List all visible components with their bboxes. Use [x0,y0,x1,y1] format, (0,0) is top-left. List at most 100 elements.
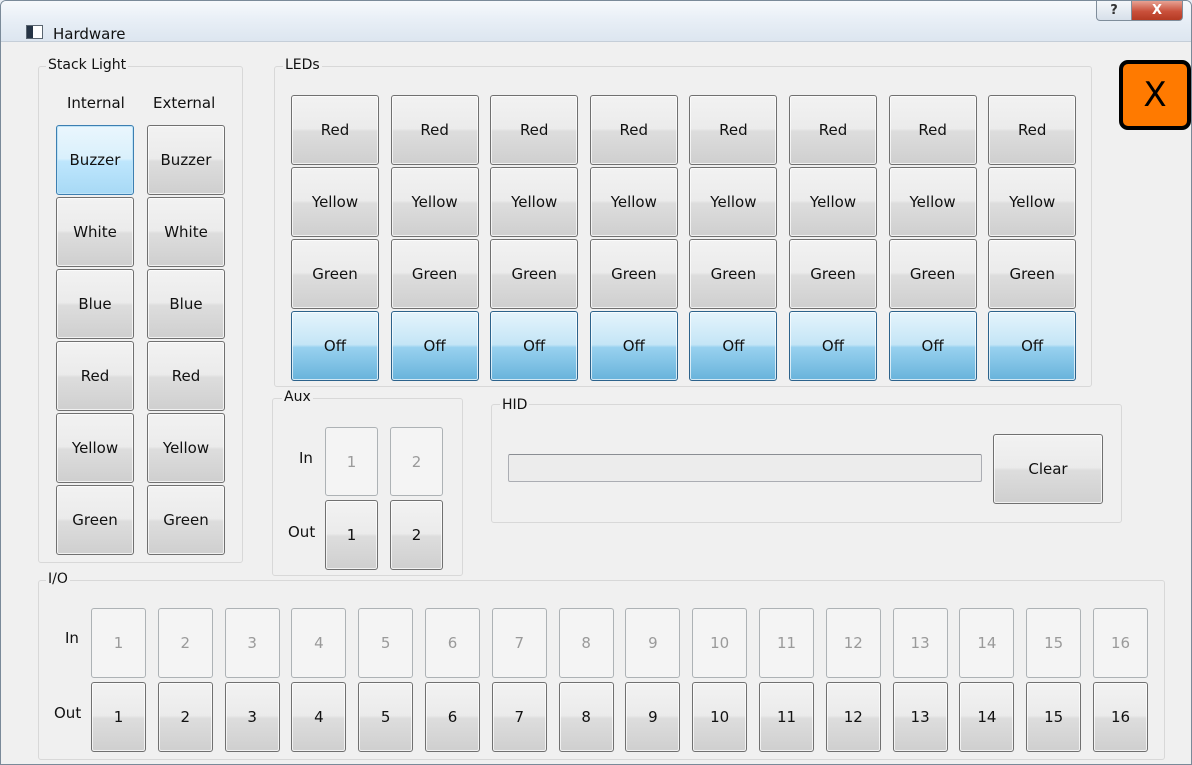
emergency-close-button[interactable]: X [1119,60,1191,130]
stack-external-button[interactable]: Blue [147,269,225,339]
io-in-button: 11 [759,608,814,678]
io-out-button[interactable]: 9 [625,682,681,752]
led-off-button[interactable]: Off [789,311,877,381]
stack-internal-button[interactable]: Buzzer [56,125,134,195]
led-green-button[interactable]: Green [689,239,778,309]
led-off-button[interactable]: Off [291,311,379,381]
io-in-button: 4 [291,608,347,678]
io-out-button[interactable]: 15 [1026,682,1082,752]
stack-internal-button[interactable]: White [56,197,134,267]
hid-clear-button[interactable]: Clear [993,434,1103,504]
window-icon [26,25,43,39]
led-green-button[interactable]: Green [490,239,579,309]
led-off-button[interactable]: Off [888,311,977,381]
close-button[interactable]: X [1131,1,1183,21]
led-off-button[interactable]: Off [490,311,579,381]
leds-title: LEDs [283,57,322,73]
io-in-button: 10 [692,608,748,678]
led-red-button[interactable]: Red [589,95,678,165]
led-green-button[interactable]: Green [589,239,678,309]
title-bar: Hardware ? X [1,1,1191,43]
io-out-button[interactable]: 12 [825,682,881,752]
aux-title: Aux [282,389,313,405]
led-yellow-button[interactable]: Yellow [589,167,678,237]
led-off-button[interactable]: Off [589,311,678,381]
hid-title: HID [500,397,530,413]
io-out-button[interactable]: 7 [491,682,547,752]
io-out-button[interactable]: 2 [157,682,213,752]
stack-internal-button[interactable]: Blue [56,269,134,339]
led-yellow-button[interactable]: Yellow [490,167,579,237]
aux-out-label: Out [288,523,316,541]
hid-input[interactable] [508,454,982,482]
led-off-button[interactable]: Off [689,311,778,381]
led-yellow-button[interactable]: Yellow [291,167,379,237]
led-yellow-button[interactable]: Yellow [888,167,977,237]
led-off-button[interactable]: Off [988,311,1077,381]
io-out-button[interactable]: 16 [1093,682,1148,752]
io-in-button: 6 [425,608,480,678]
io-in-button: 1 [91,608,146,678]
io-out-button[interactable]: 14 [959,682,1015,752]
io-out-button[interactable]: 6 [425,682,480,752]
io-out-button[interactable]: 8 [558,682,614,752]
stack-light-title: Stack Light [46,57,129,73]
stack-internal-button[interactable]: Yellow [56,413,134,483]
led-green-button[interactable]: Green [888,239,977,309]
led-green-button[interactable]: Green [291,239,379,309]
led-off-button[interactable]: Off [390,311,479,381]
io-out-button[interactable]: 11 [759,682,814,752]
io-in-button: 7 [491,608,547,678]
led-yellow-button[interactable]: Yellow [988,167,1077,237]
io-out-button[interactable]: 4 [291,682,347,752]
io-out-button[interactable]: 13 [892,682,948,752]
led-yellow-button[interactable]: Yellow [789,167,877,237]
io-in-button: 15 [1026,608,1082,678]
external-header: External [153,94,216,112]
aux-in-label: In [299,449,313,467]
io-out-button[interactable]: 1 [91,682,146,752]
stack-external-button[interactable]: White [147,197,225,267]
stack-external-button[interactable]: Yellow [147,413,225,483]
stack-external-button[interactable]: Buzzer [147,125,225,195]
led-green-button[interactable]: Green [390,239,479,309]
window-title: Hardware [53,25,126,43]
stack-internal-button[interactable]: Red [56,341,134,411]
io-in-button: 8 [558,608,614,678]
led-red-button[interactable]: Red [689,95,778,165]
led-red-button[interactable]: Red [490,95,579,165]
led-red-button[interactable]: Red [390,95,479,165]
aux-in-button: 2 [390,427,443,496]
led-yellow-button[interactable]: Yellow [390,167,479,237]
io-in-button: 2 [157,608,213,678]
led-red-button[interactable]: Red [888,95,977,165]
led-red-button[interactable]: Red [291,95,379,165]
led-yellow-button[interactable]: Yellow [689,167,778,237]
io-title: I/O [46,571,70,587]
stack-internal-button[interactable]: Green [56,485,134,555]
led-green-button[interactable]: Green [988,239,1077,309]
io-in-button: 16 [1093,608,1148,678]
io-in-button: 12 [825,608,881,678]
io-out-label: Out [54,704,82,722]
help-button[interactable]: ? [1096,1,1132,21]
aux-out-button[interactable]: 2 [390,500,443,570]
led-green-button[interactable]: Green [789,239,877,309]
led-red-button[interactable]: Red [988,95,1077,165]
io-in-button: 9 [625,608,681,678]
aux-in-button: 1 [325,427,378,496]
stack-external-button[interactable]: Green [147,485,225,555]
stack-external-button[interactable]: Red [147,341,225,411]
hardware-window: Hardware ? X Stack Light Internal Extern… [0,0,1192,765]
led-red-button[interactable]: Red [789,95,877,165]
io-in-button: 5 [358,608,414,678]
io-in-button: 13 [892,608,948,678]
io-in-button: 14 [959,608,1015,678]
io-in-button: 3 [224,608,280,678]
io-in-label: In [65,629,79,647]
io-out-button[interactable]: 10 [692,682,748,752]
internal-header: Internal [67,94,125,112]
io-out-button[interactable]: 5 [358,682,414,752]
aux-out-button[interactable]: 1 [325,500,378,570]
io-out-button[interactable]: 3 [224,682,280,752]
